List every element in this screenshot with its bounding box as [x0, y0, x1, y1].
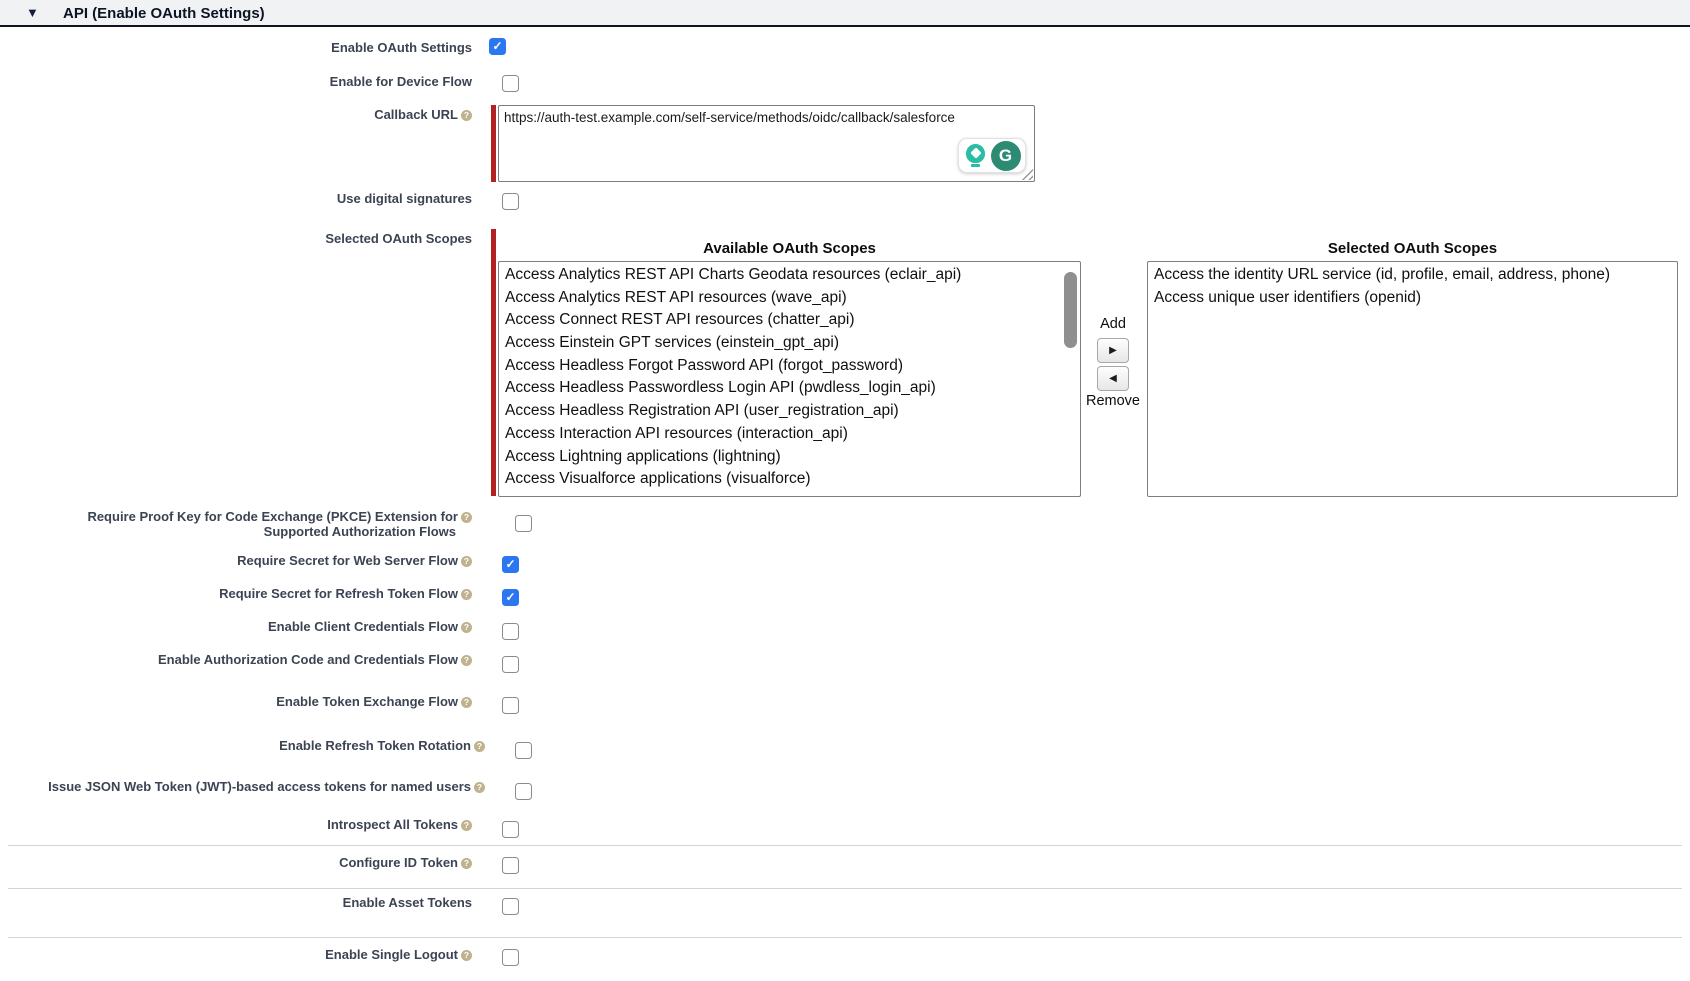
help-icon[interactable]: ?: [461, 950, 472, 961]
right-arrow-icon: ▶: [1109, 345, 1117, 356]
token-exchange-checkbox[interactable]: [502, 697, 519, 714]
spark-icon: [970, 148, 981, 159]
help-icon[interactable]: ?: [461, 512, 472, 523]
available-scopes-listbox[interactable]: Access Analytics REST API Charts Geodata…: [498, 261, 1081, 497]
introspect-tokens-checkbox[interactable]: [502, 821, 519, 838]
list-item[interactable]: Access Analytics REST API resources (wav…: [499, 287, 1080, 310]
add-scope-button[interactable]: ▶: [1097, 338, 1129, 363]
oauth-settings-section: ▼ API (Enable OAuth Settings) Enable OAu…: [0, 0, 1690, 981]
help-icon[interactable]: ?: [461, 697, 472, 708]
configure-id-token-label: Configure ID Token?: [0, 855, 472, 870]
divider: [8, 845, 1682, 846]
refresh-token-secret-checkbox[interactable]: ✓: [502, 589, 519, 606]
help-icon[interactable]: ?: [461, 858, 472, 869]
device-flow-label: Enable for Device Flow: [0, 74, 472, 89]
refresh-rotation-label: Enable Refresh Token Rotation?: [0, 738, 485, 753]
introspect-tokens-label: Introspect All Tokens?: [0, 817, 472, 832]
client-credentials-label: Enable Client Credentials Flow?: [0, 619, 472, 634]
divider: [8, 888, 1682, 889]
selected-scopes-header: Selected OAuth Scopes: [1147, 240, 1678, 257]
callback-url-input[interactable]: https://auth-test.example.com/self-servi…: [498, 105, 1035, 182]
suggestion-bulb-icon[interactable]: [964, 144, 988, 168]
help-icon[interactable]: ?: [474, 741, 485, 752]
available-scopes-header: Available OAuth Scopes: [498, 240, 1081, 257]
help-icon[interactable]: ?: [461, 820, 472, 831]
left-arrow-icon: ◀: [1109, 373, 1117, 384]
help-icon[interactable]: ?: [474, 782, 485, 793]
list-item[interactable]: Access Headless Forgot Password API (for…: [499, 355, 1080, 378]
token-exchange-label: Enable Token Exchange Flow?: [0, 694, 472, 709]
scopes-field-label: Selected OAuth Scopes: [0, 231, 472, 246]
enable-oauth-checkbox[interactable]: ✓: [489, 38, 506, 55]
callback-url-label: Callback URL?: [0, 107, 472, 122]
remove-label: Remove: [1082, 393, 1144, 409]
help-icon[interactable]: ?: [461, 556, 472, 567]
grammarly-icon[interactable]: G: [991, 141, 1021, 171]
browser-extension-widget: G: [958, 138, 1026, 173]
list-item[interactable]: Access Visualforce applications (visualf…: [499, 468, 1080, 491]
single-logout-checkbox[interactable]: [502, 949, 519, 966]
divider: [8, 937, 1682, 938]
single-logout-label: Enable Single Logout?: [0, 947, 472, 962]
remove-scope-button[interactable]: ◀: [1097, 366, 1129, 391]
help-icon[interactable]: ?: [461, 110, 472, 121]
refresh-rotation-checkbox[interactable]: [515, 742, 532, 759]
auth-code-credentials-label: Enable Authorization Code and Credential…: [0, 652, 472, 667]
help-icon[interactable]: ?: [461, 655, 472, 666]
asset-tokens-checkbox[interactable]: [502, 898, 519, 915]
asset-tokens-label: Enable Asset Tokens: [0, 895, 472, 910]
enable-oauth-label: Enable OAuth Settings: [0, 40, 472, 55]
pkce-checkbox[interactable]: [515, 515, 532, 532]
section-title: API (Enable OAuth Settings): [63, 5, 265, 22]
web-server-secret-checkbox[interactable]: ✓: [502, 556, 519, 573]
refresh-token-secret-label: Require Secret for Refresh Token Flow?: [0, 586, 472, 601]
listbox-scrollbar-thumb[interactable]: [1064, 272, 1077, 348]
auth-code-credentials-checkbox[interactable]: [502, 656, 519, 673]
list-item[interactable]: Access Interaction API resources (intera…: [499, 423, 1080, 446]
list-item[interactable]: Access the identity URL service (id, pro…: [1148, 264, 1677, 287]
digital-signatures-checkbox[interactable]: [502, 193, 519, 210]
help-icon[interactable]: ?: [461, 622, 472, 633]
required-field-bar: [491, 105, 496, 182]
list-item[interactable]: Access Analytics REST API Charts Geodata…: [499, 264, 1080, 287]
add-label: Add: [1082, 316, 1144, 332]
collapse-triangle-icon[interactable]: ▼: [26, 5, 39, 20]
web-server-secret-label: Require Secret for Web Server Flow?: [0, 553, 472, 568]
list-item[interactable]: Access Headless Registration API (user_r…: [499, 400, 1080, 423]
digital-signatures-label: Use digital signatures: [0, 191, 472, 206]
required-field-bar: [491, 229, 496, 496]
list-item[interactable]: Access Connect REST API resources (chatt…: [499, 309, 1080, 332]
device-flow-checkbox[interactable]: [502, 75, 519, 92]
list-item[interactable]: Access Headless Passwordless Login API (…: [499, 377, 1080, 400]
list-item[interactable]: Access Einstein GPT services (einstein_g…: [499, 332, 1080, 355]
client-credentials-checkbox[interactable]: [502, 623, 519, 640]
list-item[interactable]: Access unique user identifiers (openid): [1148, 287, 1677, 310]
selected-scopes-listbox[interactable]: Access the identity URL service (id, pro…: [1147, 261, 1678, 497]
pkce-label: Require Proof Key for Code Exchange (PKC…: [0, 509, 472, 539]
help-icon[interactable]: ?: [461, 589, 472, 600]
jwt-tokens-checkbox[interactable]: [515, 783, 532, 800]
configure-id-token-checkbox[interactable]: [502, 857, 519, 874]
section-header: ▼ API (Enable OAuth Settings): [0, 0, 1690, 27]
jwt-tokens-label: Issue JSON Web Token (JWT)-based access …: [0, 779, 485, 794]
list-item[interactable]: Access Lightning applications (lightning…: [499, 446, 1080, 469]
